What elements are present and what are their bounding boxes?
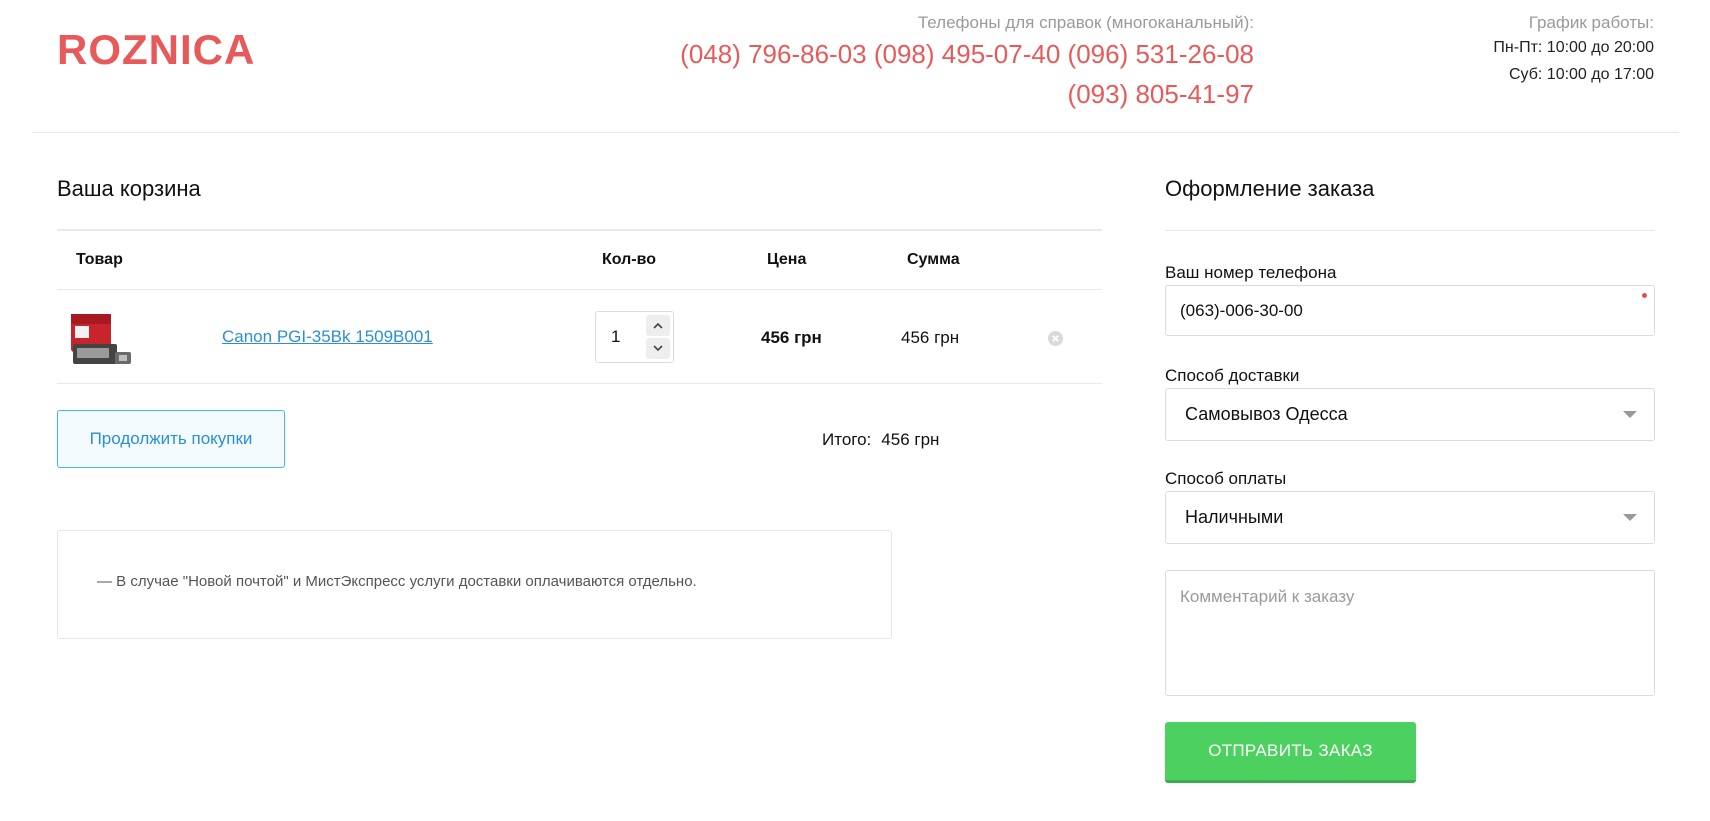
- total-value: 456 грн: [881, 430, 940, 449]
- quantity-decrease-button[interactable]: [646, 338, 670, 359]
- chevron-up-icon: [653, 322, 663, 329]
- phones-block: Телефоны для справок (многоканальный): (…: [554, 12, 1254, 114]
- schedule-saturday: Суб: 10:00 до 17:00: [1509, 66, 1654, 83]
- column-qty: Кол-во: [602, 251, 657, 268]
- select-arrow-icon: [1623, 514, 1637, 521]
- payment-select[interactable]: Наличными: [1165, 491, 1655, 544]
- schedule-weekdays: Пн-Пт: 10:00 до 20:00: [1493, 39, 1654, 56]
- comment-field[interactable]: [1165, 570, 1655, 696]
- required-dot-icon: [1642, 293, 1647, 298]
- cart-total: Итого: 456 грн: [822, 430, 939, 450]
- delivery-label: Способ доставки: [1165, 366, 1300, 385]
- select-arrow-icon: [1623, 411, 1637, 418]
- delivery-select[interactable]: Самовывоз Одесса: [1165, 388, 1655, 441]
- item-sum: 456 грн: [901, 328, 960, 347]
- chevron-down-icon: [653, 345, 663, 352]
- delivery-notice-text: — В случае "Новой почтой" и МистЭкспресс…: [97, 573, 697, 590]
- continue-shopping-button[interactable]: Продолжить покупки: [57, 410, 285, 468]
- cart-title: Ваша корзина: [57, 160, 1102, 231]
- comment-textarea[interactable]: [1166, 571, 1654, 695]
- total-label: Итого:: [822, 430, 872, 449]
- column-product: Товар: [76, 251, 123, 268]
- product-image[interactable]: [69, 304, 139, 370]
- submit-order-button[interactable]: ОТПРАВИТЬ ЗАКАЗ: [1165, 722, 1416, 783]
- schedule-caption: График работы:: [1528, 13, 1654, 32]
- column-price: Цена: [767, 251, 807, 268]
- column-sum: Сумма: [907, 251, 960, 268]
- quantity-stepper[interactable]: 1: [595, 311, 674, 363]
- cart-item-row: Canon PGI-35Bk 1509B001 1 456 грн 456 гр…: [57, 290, 1102, 384]
- order-section: Оформление заказа Ваш номер телефона (06…: [1165, 160, 1655, 783]
- phone-field[interactable]: (063)-006-30-00: [1165, 285, 1655, 336]
- cart-table-header: Товар Кол-во Цена Сумма: [57, 231, 1102, 290]
- cart-section: Ваша корзина Товар Кол-во Цена Сумма Can…: [57, 160, 1102, 639]
- delivery-notice: — В случае "Новой почтой" и МистЭкспресс…: [57, 530, 892, 639]
- item-price: 456 грн: [761, 328, 822, 347]
- site-header: ROZNICA Телефоны для справок (многоканал…: [32, 0, 1679, 133]
- phone-value[interactable]: (063)-006-30-00: [1180, 301, 1303, 321]
- payment-value: Наличными: [1185, 507, 1284, 527]
- remove-icon[interactable]: [1047, 330, 1064, 347]
- quantity-increase-button[interactable]: [646, 315, 670, 336]
- order-title: Оформление заказа: [1165, 160, 1655, 231]
- payment-label: Способ оплаты: [1165, 469, 1287, 488]
- phones-line-1: (048) 796-86-03 (098) 495-07-40 (096) 53…: [680, 39, 1254, 69]
- logo[interactable]: ROZNICA: [57, 26, 255, 74]
- product-link[interactable]: Canon PGI-35Bk 1509B001: [222, 327, 433, 347]
- phone-label: Ваш номер телефона: [1165, 263, 1337, 282]
- phones-line-2: (093) 805-41-97: [1067, 79, 1254, 109]
- schedule-block: График работы: Пн-Пт: 10:00 до 20:00 Суб…: [1493, 12, 1654, 88]
- phones-caption: Телефоны для справок (многоканальный):: [917, 13, 1254, 32]
- quantity-value[interactable]: 1: [611, 327, 620, 347]
- delivery-value: Самовывоз Одесса: [1185, 404, 1348, 424]
